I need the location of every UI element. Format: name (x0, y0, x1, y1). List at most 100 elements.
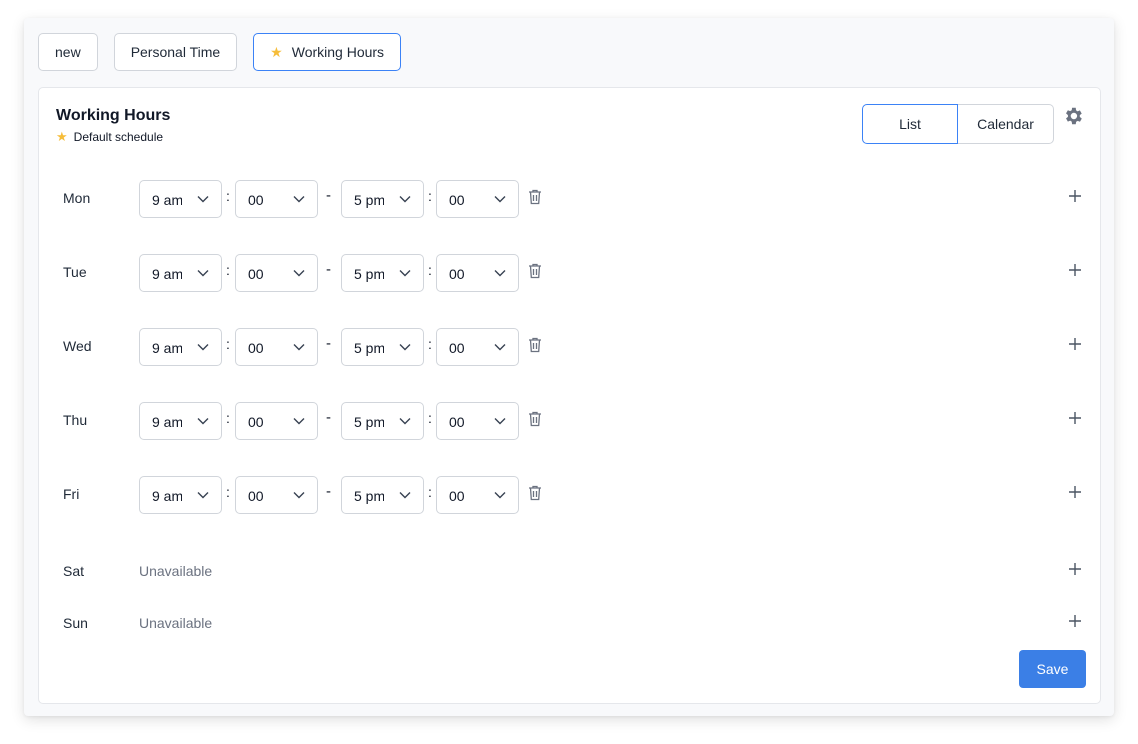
unavailable-label: Unavailable (139, 563, 213, 579)
day-label: Tue (63, 264, 87, 280)
select-value: 00 (449, 414, 465, 430)
start-minute-select[interactable]: 00 (235, 180, 318, 218)
view-toggle: List Calendar (862, 104, 1054, 144)
end-minute-select[interactable]: 00 (436, 402, 519, 440)
select-value: 5 pm (354, 340, 384, 356)
chevron-down-icon (293, 270, 305, 277)
chevron-down-icon (494, 270, 506, 277)
plus-icon[interactable] (1069, 264, 1081, 276)
start-hour-select[interactable]: 9 am (139, 402, 222, 440)
trash-icon[interactable] (528, 337, 542, 353)
range-dash: - (326, 483, 331, 500)
end-hour-select[interactable]: 5 pm (341, 402, 424, 440)
select-value: 00 (449, 266, 465, 282)
plus-icon[interactable] (1069, 190, 1081, 202)
end-hour-select[interactable]: 5 pm (341, 254, 424, 292)
calendar-view-button[interactable]: Calendar (958, 104, 1054, 144)
start-minute-select[interactable]: 00 (235, 476, 318, 514)
tab-label: new (55, 44, 81, 60)
tab-new[interactable]: new (38, 33, 98, 71)
gear-icon[interactable] (1062, 105, 1084, 127)
select-value: 00 (248, 414, 264, 430)
tab-label: Personal Time (130, 44, 221, 60)
day-label: Mon (63, 190, 91, 206)
day-row: Tue 9 am: 00 - 5 pm: 00 (39, 254, 1100, 292)
plus-icon[interactable] (1069, 563, 1081, 575)
trash-icon[interactable] (528, 189, 542, 205)
subtitle-text: Default schedule (73, 130, 164, 144)
day-label: Thu (63, 412, 88, 428)
schedule-window: new Personal Time ★ Working Hours Working… (24, 18, 1114, 716)
select-value: 9 am (152, 192, 182, 208)
select-value: 00 (449, 192, 465, 208)
time-colon: : (428, 484, 432, 500)
day-row: Wed 9 am: 00 - 5 pm: 00 (39, 328, 1100, 366)
default-schedule-badge: ★ Default schedule (56, 129, 163, 145)
select-value: 9 am (152, 488, 182, 504)
plus-icon[interactable] (1069, 412, 1081, 424)
end-minute-select[interactable]: 00 (436, 254, 519, 292)
save-button[interactable]: Save (1019, 650, 1086, 688)
time-colon: : (428, 262, 432, 278)
start-minute-select[interactable]: 00 (235, 328, 318, 366)
time-colon: : (428, 410, 432, 426)
day-label: Sun (63, 615, 88, 631)
select-value: 9 am (152, 266, 182, 282)
time-colon: : (226, 188, 230, 204)
chevron-down-icon (197, 196, 209, 203)
chevron-down-icon (494, 492, 506, 499)
start-hour-select[interactable]: 9 am (139, 328, 222, 366)
select-value: 5 pm (354, 192, 384, 208)
trash-icon[interactable] (528, 485, 542, 501)
end-hour-select[interactable]: 5 pm (341, 476, 424, 514)
chevron-down-icon (197, 492, 209, 499)
select-value: 00 (248, 340, 264, 356)
start-minute-select[interactable]: 00 (235, 254, 318, 292)
list-view-button[interactable]: List (862, 104, 958, 144)
day-row: Mon 9 am: 00 - 5 pm: 00 (39, 180, 1100, 218)
tab-personal-time[interactable]: Personal Time (113, 33, 238, 71)
chevron-down-icon (494, 344, 506, 351)
end-hour-select[interactable]: 5 pm (341, 180, 424, 218)
time-colon: : (226, 410, 230, 426)
range-dash: - (326, 261, 331, 278)
select-value: 5 pm (354, 266, 384, 282)
plus-icon[interactable] (1069, 338, 1081, 350)
start-minute-select[interactable]: 00 (235, 402, 318, 440)
chevron-down-icon (293, 344, 305, 351)
tab-working-hours[interactable]: ★ Working Hours (253, 33, 402, 71)
chevron-down-icon (399, 344, 411, 351)
chevron-down-icon (197, 270, 209, 277)
trash-icon[interactable] (528, 263, 542, 279)
chevron-down-icon (197, 418, 209, 425)
start-hour-select[interactable]: 9 am (139, 476, 222, 514)
select-value: 00 (449, 488, 465, 504)
schedule-tabs: new Personal Time ★ Working Hours (38, 33, 402, 71)
start-hour-select[interactable]: 9 am (139, 254, 222, 292)
end-hour-select[interactable]: 5 pm (341, 328, 424, 366)
range-dash: - (326, 409, 331, 426)
chevron-down-icon (399, 418, 411, 425)
day-row: Thu 9 am: 00 - 5 pm: 00 (39, 402, 1100, 440)
end-minute-select[interactable]: 00 (436, 328, 519, 366)
select-value: 00 (248, 488, 264, 504)
day-row: Sun Unavailable (39, 605, 1100, 643)
select-value: 9 am (152, 340, 182, 356)
star-icon: ★ (270, 43, 283, 60)
trash-icon[interactable] (528, 411, 542, 427)
plus-icon[interactable] (1069, 486, 1081, 498)
chevron-down-icon (197, 344, 209, 351)
schedule-title: Working Hours (56, 107, 171, 124)
chevron-down-icon (293, 196, 305, 203)
end-minute-select[interactable]: 00 (436, 476, 519, 514)
time-colon: : (428, 188, 432, 204)
day-label: Sat (63, 563, 85, 579)
plus-icon[interactable] (1069, 615, 1081, 627)
end-minute-select[interactable]: 00 (436, 180, 519, 218)
tab-label: Working Hours (291, 44, 385, 60)
chevron-down-icon (399, 270, 411, 277)
start-hour-select[interactable]: 9 am (139, 180, 222, 218)
select-value: 5 pm (354, 488, 384, 504)
chevron-down-icon (494, 196, 506, 203)
select-value: 00 (248, 266, 264, 282)
